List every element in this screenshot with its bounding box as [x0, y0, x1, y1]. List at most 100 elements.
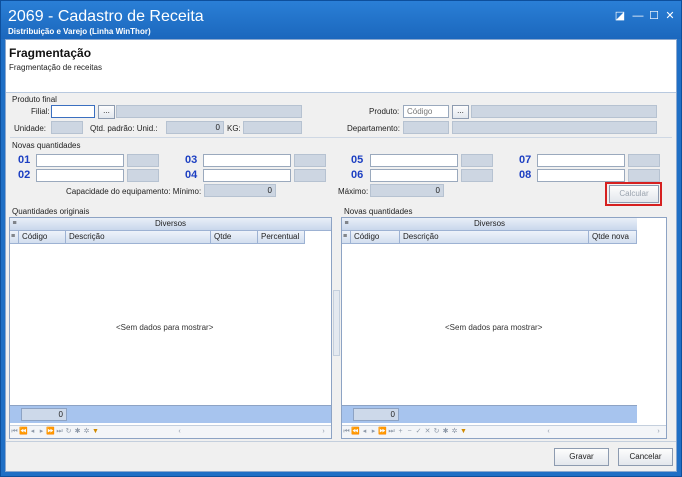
app-window: 2069 - Cadastro de Receita Distribuição …: [0, 0, 682, 477]
nav-first-icon[interactable]: ⏮: [10, 426, 19, 438]
nav-next-page-icon[interactable]: ⏩: [46, 426, 55, 438]
nav-refresh-icon[interactable]: ↻: [64, 426, 73, 438]
nav-next-icon[interactable]: ▸: [369, 426, 378, 438]
kg-field: [243, 121, 302, 134]
nav-settings-icon[interactable]: ✱: [441, 426, 450, 438]
maximo-field: 0: [370, 184, 444, 197]
nav-prev-icon[interactable]: ◂: [360, 426, 369, 438]
nav-customize-icon[interactable]: ✲: [450, 426, 459, 438]
page-subtitle: Fragmentação de receitas: [9, 63, 102, 72]
maximize-button[interactable]: ☐: [647, 10, 661, 22]
nav-next-icon[interactable]: ▸: [37, 426, 46, 438]
kg-label: KG:: [227, 124, 241, 133]
nav-filter-icon[interactable]: ▼: [459, 426, 468, 438]
gravar-button[interactable]: Gravar: [554, 448, 609, 466]
grid-navigator[interactable]: ⏮⏪ ◂ ▸ ⏩⏭ ↻ ✱ ✲ ▼ ‹ ›: [10, 425, 331, 438]
nav-insert-icon[interactable]: +: [396, 426, 405, 438]
unidade-label: Unidade:: [14, 124, 47, 133]
grid-expand-icon[interactable]: ≡: [342, 218, 351, 231]
minimize-button[interactable]: —: [631, 10, 645, 22]
nav-prev-page-icon[interactable]: ⏪: [351, 426, 360, 438]
nav-delete-icon[interactable]: −: [405, 426, 414, 438]
slot-05-input[interactable]: [370, 154, 458, 167]
slot-08-unit: [628, 169, 660, 182]
slot-02-unit: [127, 169, 159, 182]
novas-quantidades-grid-label: Novas quantidades: [344, 207, 413, 216]
bottom-bar: Gravar Cancelar: [6, 441, 676, 471]
column-header-percentual[interactable]: Percentual: [258, 231, 305, 244]
grid-column-chooser-icon[interactable]: ≡: [10, 231, 19, 244]
produto-description: [471, 105, 657, 118]
nav-prev-page-icon[interactable]: ⏪: [19, 426, 28, 438]
filial-search-button[interactable]: ...: [98, 105, 115, 119]
title-bar[interactable]: 2069 - Cadastro de Receita Distribuição …: [1, 1, 681, 39]
slot-01-input[interactable]: [36, 154, 124, 167]
grid-summary-footer: 0: [10, 405, 331, 423]
slot-02-label: 02: [18, 169, 31, 181]
slot-07-input[interactable]: [537, 154, 625, 167]
column-header-codigo[interactable]: Código: [19, 231, 66, 244]
nav-last-icon[interactable]: ⏭: [387, 426, 396, 438]
slot-04-unit: [294, 169, 326, 182]
column-header-qtde[interactable]: Qtde: [211, 231, 258, 244]
slot-06-label: 06: [351, 169, 364, 181]
grid-summary-footer: 0: [342, 405, 637, 423]
departamento-label: Departamento:: [347, 124, 400, 133]
slot-04-label: 04: [185, 169, 198, 181]
close-button[interactable]: ✕: [663, 10, 677, 22]
nav-refresh-icon[interactable]: ↻: [432, 426, 441, 438]
unidade-field: [51, 121, 83, 134]
qtd-padrao-label: Qtd. padrão: Unid.:: [90, 124, 158, 133]
novas-quantidades-grid[interactable]: Diversos ≡ ≡ Código Descrição Qtde nova …: [341, 217, 667, 439]
filial-label: Filial:: [31, 107, 50, 116]
novas-quantidades-label: Novas quantidades: [12, 141, 81, 150]
slot-04-input[interactable]: [203, 169, 291, 182]
grid-column-chooser-icon[interactable]: ≡: [342, 231, 351, 244]
nav-next-page-icon[interactable]: ⏩: [378, 426, 387, 438]
summary-total: 0: [353, 408, 399, 421]
quantidades-originais-grid[interactable]: Diversos ≡ ≡ Código Descrição Qtde Perce…: [9, 217, 332, 439]
column-header-descricao[interactable]: Descrição: [400, 231, 589, 244]
form-client-area: Fragmentação Fragmentação de receitas Pr…: [5, 39, 677, 472]
nav-customize-icon[interactable]: ✲: [82, 426, 91, 438]
filial-description: [116, 105, 302, 118]
maximo-label: Máximo:: [338, 187, 369, 196]
produto-input[interactable]: Código: [403, 105, 449, 118]
slot-01-label: 01: [18, 154, 31, 166]
slot-01-unit: [127, 154, 159, 167]
restore-icon[interactable]: ◪: [613, 10, 627, 22]
scroll-left-icon[interactable]: ‹: [544, 426, 553, 438]
grid-band-diversos: Diversos: [10, 218, 331, 231]
column-header-descricao[interactable]: Descrição: [66, 231, 211, 244]
slot-03-input[interactable]: [203, 154, 291, 167]
window-title: 2069 - Cadastro de Receita: [8, 8, 204, 25]
scroll-right-icon[interactable]: ›: [319, 426, 328, 438]
nav-settings-icon[interactable]: ✱: [73, 426, 82, 438]
scroll-right-icon[interactable]: ›: [654, 426, 663, 438]
nav-post-icon[interactable]: ✓: [414, 426, 423, 438]
slot-06-input[interactable]: [370, 169, 458, 182]
column-header-codigo[interactable]: Código: [351, 231, 400, 244]
slot-02-input[interactable]: [36, 169, 124, 182]
nav-prev-icon[interactable]: ◂: [28, 426, 37, 438]
slot-07-unit: [628, 154, 660, 167]
cancelar-button[interactable]: Cancelar: [618, 448, 673, 466]
grid-navigator[interactable]: ⏮⏪ ◂ ▸ ⏩⏭ + − ✓ ✕ ↻ ✱ ✲ ▼ ‹ ›: [342, 425, 666, 438]
produto-search-button[interactable]: ...: [452, 105, 469, 119]
calcular-highlight: [605, 182, 662, 206]
nav-last-icon[interactable]: ⏭: [55, 426, 64, 438]
produto-final-label: Produto final: [12, 95, 57, 104]
splitter-handle[interactable]: [333, 290, 340, 356]
separator: [10, 137, 672, 138]
departamento-description: [452, 121, 657, 134]
nav-first-icon[interactable]: ⏮: [342, 426, 351, 438]
slot-08-input[interactable]: [537, 169, 625, 182]
quantidades-originais-label: Quantidades originais: [12, 207, 90, 216]
nav-cancel-icon[interactable]: ✕: [423, 426, 432, 438]
filial-input[interactable]: [51, 105, 95, 118]
slot-07-label: 07: [519, 154, 532, 166]
column-header-qtde-nova[interactable]: Qtde nova: [589, 231, 637, 244]
scroll-left-icon[interactable]: ‹: [175, 426, 184, 438]
grid-expand-icon[interactable]: ≡: [10, 218, 19, 231]
nav-filter-icon[interactable]: ▼: [91, 426, 100, 438]
